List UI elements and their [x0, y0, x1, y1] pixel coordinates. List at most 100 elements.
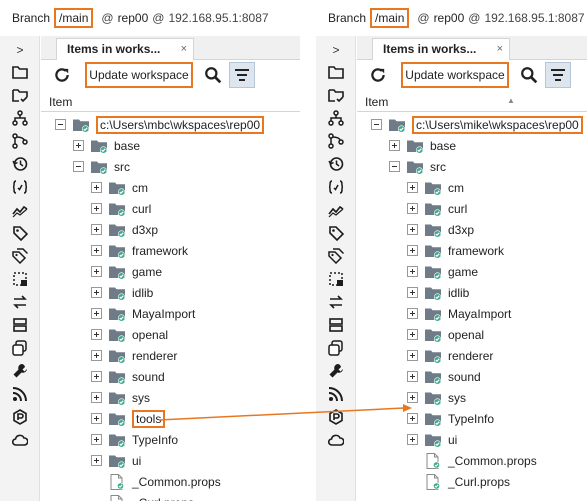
tree-folder-sys[interactable]: sys	[407, 387, 466, 408]
tree-folder-src[interactable]: src	[389, 156, 446, 177]
expand-icon[interactable]	[407, 350, 418, 361]
expand-icon[interactable]	[91, 392, 102, 403]
tree-folder-src[interactable]: src	[73, 156, 130, 177]
expand-icon[interactable]	[407, 287, 418, 298]
tree-folder-sys[interactable]: sys	[91, 387, 150, 408]
server-icon[interactable]	[326, 315, 346, 335]
label-icon[interactable]	[326, 223, 346, 243]
tree-folder-mayaimport[interactable]: MayaImport	[407, 303, 511, 324]
branch-explorer-icon[interactable]	[326, 108, 346, 128]
sync-icon[interactable]	[10, 292, 30, 312]
tree-folder-d3xp[interactable]: d3xp	[91, 219, 158, 240]
changes-icon[interactable]	[10, 269, 30, 289]
tab-items-in-workspace[interactable]: Items in works... ×	[56, 38, 194, 60]
expand-icon[interactable]	[407, 371, 418, 382]
repo-name[interactable]: rep00	[118, 11, 149, 25]
column-header-item[interactable]: Item	[41, 92, 300, 112]
expand-icon[interactable]	[91, 455, 102, 466]
tree-folder-idlib[interactable]: idlib	[407, 282, 469, 303]
expand-icon[interactable]	[407, 329, 418, 340]
tree-folder-curl[interactable]: curl	[407, 198, 467, 219]
chart-icon[interactable]	[326, 200, 346, 220]
wrench-icon[interactable]	[326, 361, 346, 381]
tree-folder-base[interactable]: base	[389, 135, 456, 156]
tree-folder-game[interactable]: game	[407, 261, 478, 282]
shelves-icon[interactable]	[10, 338, 30, 358]
expand-icon[interactable]	[91, 203, 102, 214]
tree-root-workspace[interactable]: c:\Users\mike\wkspaces\rep00	[371, 114, 583, 135]
repo-name[interactable]: rep00	[434, 11, 465, 25]
tree-folder-tools[interactable]: tools	[91, 408, 166, 429]
update-workspace-button[interactable]: Update workspace	[85, 62, 193, 88]
branches-icon[interactable]	[326, 131, 346, 151]
tree-folder-ui[interactable]: ui	[407, 429, 457, 450]
tree-folder-openal[interactable]: openal	[407, 324, 484, 345]
tree-folder-framework[interactable]: framework	[91, 240, 188, 261]
tab-close-icon[interactable]: ×	[181, 39, 187, 59]
search-icon[interactable]	[520, 66, 538, 84]
tree-file-common-props[interactable]: _Common.props	[407, 450, 537, 471]
expand-icon[interactable]	[407, 434, 418, 445]
history-icon[interactable]	[326, 154, 346, 174]
refresh-icon[interactable]	[369, 66, 387, 84]
expand-icon[interactable]	[91, 245, 102, 256]
tree-folder-game[interactable]: game	[91, 261, 162, 282]
expand-icon[interactable]	[407, 182, 418, 193]
history-icon[interactable]	[10, 154, 30, 174]
cloud-icon[interactable]	[10, 430, 30, 450]
rail-expand-button[interactable]: >	[0, 40, 40, 60]
wrench-icon[interactable]	[10, 361, 30, 381]
collapse-icon[interactable]	[55, 119, 66, 130]
code-review-icon[interactable]	[10, 177, 30, 197]
labels-icon[interactable]	[326, 246, 346, 266]
expand-icon[interactable]	[407, 266, 418, 277]
tree-folder-ui[interactable]: ui	[91, 450, 141, 471]
expand-icon[interactable]	[407, 392, 418, 403]
tree-folder-idlib[interactable]: idlib	[91, 282, 153, 303]
plastic-icon[interactable]	[326, 407, 346, 427]
search-icon[interactable]	[204, 66, 222, 84]
tree-folder-typeinfo[interactable]: TypeInfo	[91, 429, 178, 450]
labels-icon[interactable]	[10, 246, 30, 266]
expand-icon[interactable]	[91, 308, 102, 319]
expand-icon[interactable]	[91, 266, 102, 277]
expand-icon[interactable]	[91, 182, 102, 193]
expand-icon[interactable]	[407, 224, 418, 235]
folder-check-icon[interactable]	[10, 85, 30, 105]
update-workspace-button[interactable]: Update workspace	[401, 62, 509, 88]
folder-icon[interactable]	[326, 62, 346, 82]
rss-icon[interactable]	[326, 384, 346, 404]
tree-folder-openal[interactable]: openal	[91, 324, 168, 345]
expand-icon[interactable]	[407, 245, 418, 256]
shelves-icon[interactable]	[326, 338, 346, 358]
tree-file-curl-props[interactable]: _Curl.props	[407, 471, 510, 492]
tree-folder-d3xp[interactable]: d3xp	[407, 219, 474, 240]
expand-icon[interactable]	[389, 140, 400, 151]
server-icon[interactable]	[10, 315, 30, 335]
branch-name[interactable]: /main	[54, 8, 94, 28]
collapse-icon[interactable]	[371, 119, 382, 130]
tree-folder-cm[interactable]: cm	[91, 177, 148, 198]
tree-folder-framework[interactable]: framework	[407, 240, 504, 261]
branch-explorer-icon[interactable]	[10, 108, 30, 128]
filter-options-button[interactable]	[229, 62, 255, 88]
tree-folder-cm[interactable]: cm	[407, 177, 464, 198]
expand-icon[interactable]	[407, 203, 418, 214]
tree-folder-renderer[interactable]: renderer	[91, 345, 177, 366]
refresh-icon[interactable]	[53, 66, 71, 84]
tree-root-workspace[interactable]: c:\Users\mbc\wkspaces\rep00	[55, 114, 265, 135]
expand-icon[interactable]	[91, 224, 102, 235]
changes-icon[interactable]	[326, 269, 346, 289]
expand-icon[interactable]	[91, 434, 102, 445]
label-icon[interactable]	[10, 223, 30, 243]
sync-icon[interactable]	[326, 292, 346, 312]
tree-folder-typeinfo[interactable]: TypeInfo	[407, 408, 494, 429]
tree-folder-renderer[interactable]: renderer	[407, 345, 493, 366]
branch-name[interactable]: /main	[370, 8, 410, 28]
rail-expand-button[interactable]: >	[316, 40, 356, 60]
expand-icon[interactable]	[407, 308, 418, 319]
cloud-icon[interactable]	[326, 430, 346, 450]
tree-folder-base[interactable]: base	[73, 135, 140, 156]
tree-file-curl-props[interactable]: _Curl.props	[91, 492, 194, 501]
tree-folder-sound[interactable]: sound	[407, 366, 481, 387]
